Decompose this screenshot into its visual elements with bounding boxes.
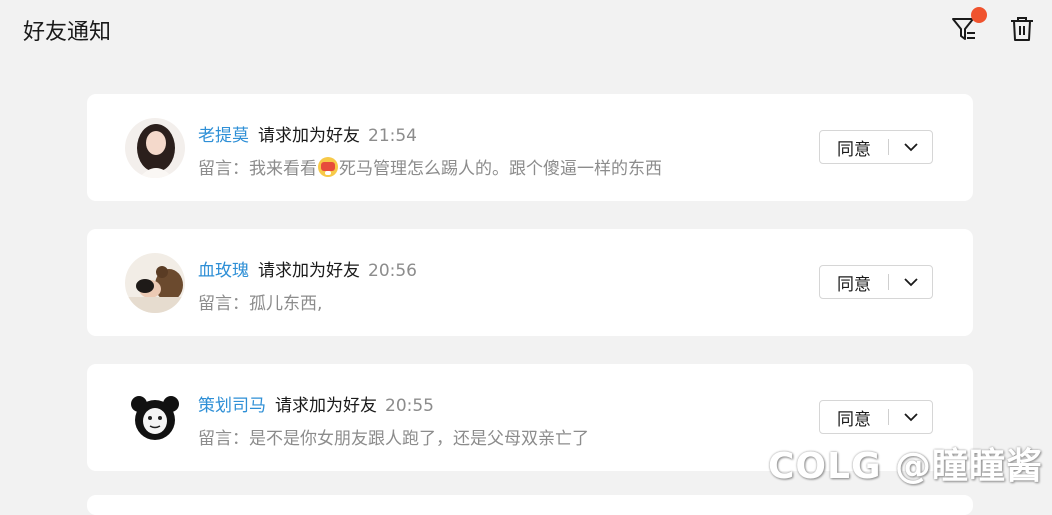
request-time: 20:55 [385, 396, 434, 416]
notification-badge [971, 7, 987, 23]
friend-request-card: 老提莫 请求加为好友 21:54 留言：我来看看 死马管理怎么踢人的。跟个傻逼一样的东… [87, 94, 973, 201]
agree-split-button: 同意 [819, 265, 933, 299]
requester-name[interactable]: 策划司马 [198, 396, 266, 416]
avatar[interactable] [125, 118, 185, 178]
agree-split-button: 同意 [819, 400, 933, 434]
agree-split-button: 同意 [819, 130, 933, 164]
delete-button[interactable] [1006, 13, 1038, 45]
friend-request-card-partial [87, 495, 973, 515]
request-action-text: 请求加为好友 [258, 261, 360, 281]
more-options-button[interactable] [889, 266, 932, 298]
request-message: 留言：是不是你女朋友跟人跑了，还是父母双亲亡了 [198, 429, 589, 449]
request-message: 留言：我来看看 死马管理怎么踢人的。跟个傻逼一样的东西 [198, 157, 662, 179]
agree-button[interactable]: 同意 [820, 401, 888, 433]
more-options-button[interactable] [889, 401, 932, 433]
requester-name[interactable]: 血玫瑰 [198, 261, 249, 281]
watermark: COLG @瞳瞳酱 [768, 446, 1044, 487]
request-action-text: 请求加为好友 [275, 396, 377, 416]
avatar[interactable] [125, 253, 185, 313]
chevron-down-icon [903, 277, 918, 286]
request-time: 21:54 [368, 126, 417, 146]
friend-request-card: 血玫瑰 请求加为好友 20:56 留言：孤儿东西, 同意 [87, 229, 973, 336]
trash-icon [1011, 17, 1033, 41]
request-message: 留言：孤儿东西, [198, 294, 323, 314]
page-title: 好友通知 [23, 20, 112, 45]
chevron-down-icon [903, 412, 918, 421]
avatar[interactable] [125, 388, 185, 448]
more-options-button[interactable] [889, 131, 932, 163]
clown-emoji-icon [318, 157, 338, 177]
agree-button[interactable]: 同意 [820, 131, 888, 163]
request-action-text: 请求加为好友 [258, 126, 360, 146]
request-time: 20:56 [368, 261, 417, 281]
chevron-down-icon [903, 142, 918, 151]
requester-name[interactable]: 老提莫 [198, 126, 249, 146]
agree-button[interactable]: 同意 [820, 266, 888, 298]
